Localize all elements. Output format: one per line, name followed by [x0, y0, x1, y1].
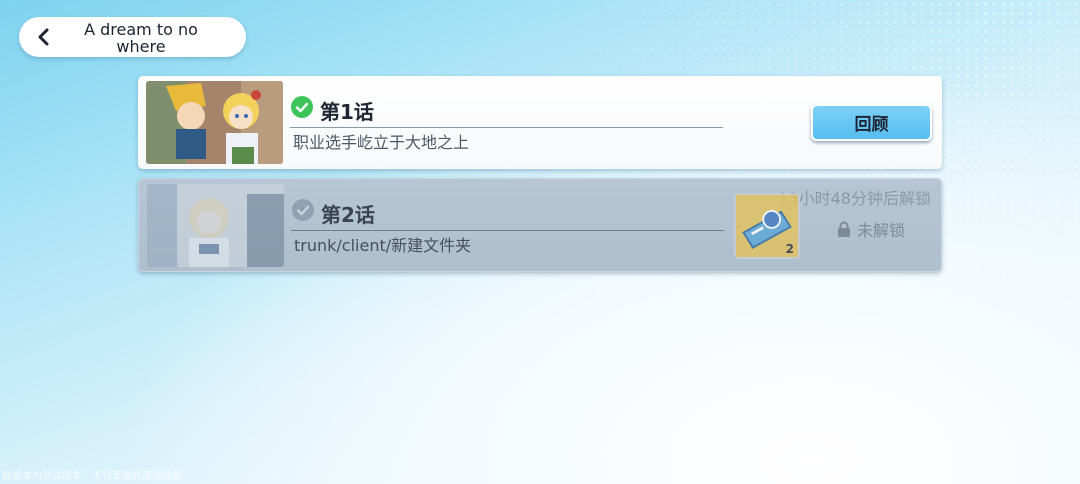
locked-label: 未解锁 — [857, 221, 906, 240]
check-circle-icon — [291, 96, 313, 118]
chapter-subtitle: 职业选手屹立于大地之上 — [293, 133, 470, 152]
chapter-title: 第2话 — [321, 203, 375, 227]
unlock-countdown: 13小时48分钟后解锁 — [778, 189, 931, 208]
page-title: A dream to no where — [84, 20, 198, 56]
divider — [290, 127, 723, 128]
chapter-card-1[interactable]: 第1话 职业选手屹立于大地之上 回顾 — [138, 76, 942, 169]
chapter-2-illustration — [147, 184, 284, 267]
disclaimer-text: 此版本为测试版本，不代表最终游戏品质 — [2, 471, 182, 482]
check-circle-icon — [292, 199, 314, 221]
chapter-1-illustration — [146, 81, 283, 164]
divider — [291, 230, 724, 231]
review-button[interactable]: 回顾 — [811, 104, 932, 141]
chevron-left-icon — [38, 28, 49, 46]
lock-icon — [838, 221, 850, 237]
chapter-subtitle: trunk/client/新建文件夹 — [294, 236, 472, 255]
locked-status: 未解锁 — [837, 217, 905, 241]
required-item[interactable]: 2 — [734, 193, 800, 259]
item-count: 2 — [785, 242, 794, 256]
back-button[interactable]: A dream to no where — [19, 17, 246, 57]
chapter-card-2[interactable]: 第2话 trunk/client/新建文件夹 13小时48分钟后解锁 2 未解锁 — [138, 178, 942, 272]
chapter-title: 第1话 — [320, 100, 374, 124]
